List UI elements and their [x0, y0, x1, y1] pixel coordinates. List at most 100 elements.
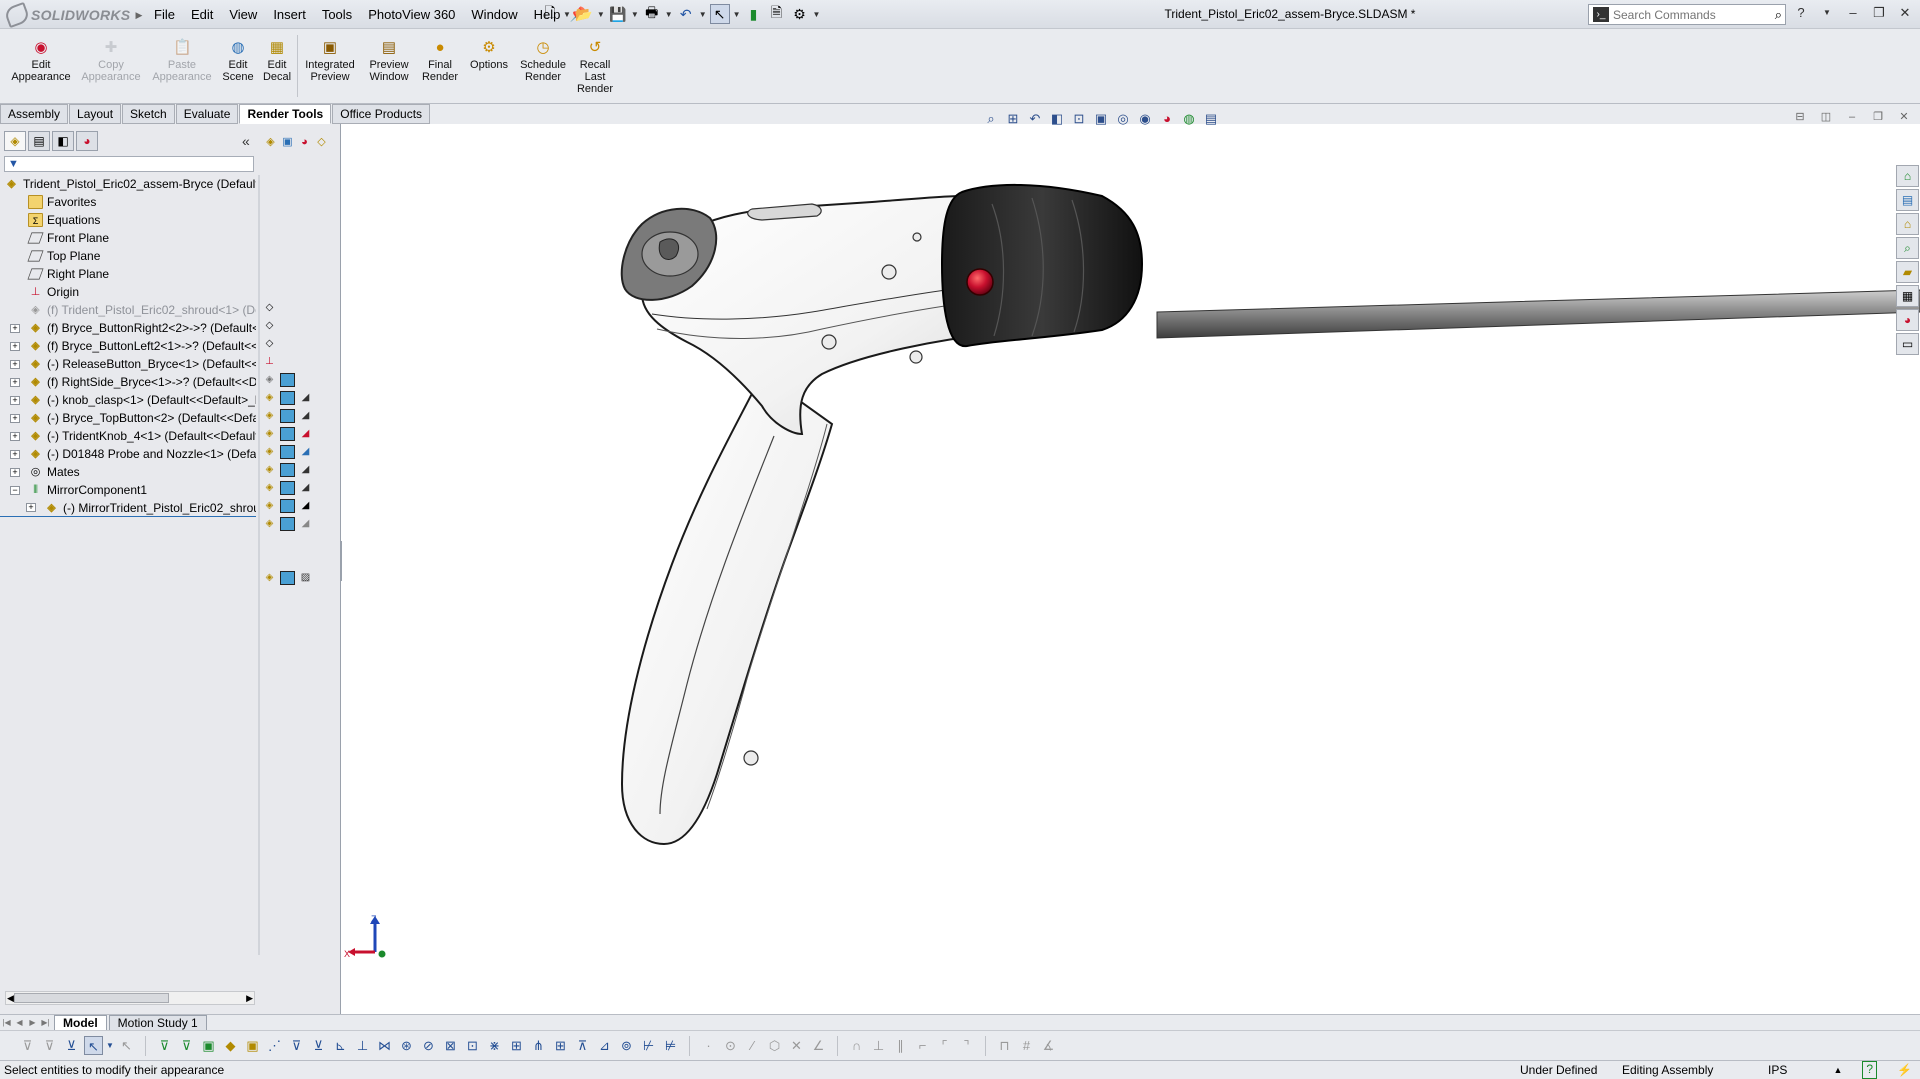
paste-appearance-button[interactable]: 📋 Paste Appearance [150, 39, 214, 83]
chevron-down-icon[interactable]: ▼ [665, 10, 673, 19]
hide-show-icon[interactable]: ◇ [262, 319, 277, 333]
sketch-point-icon[interactable]: · [699, 1036, 718, 1055]
menu-insert[interactable]: Insert [265, 0, 314, 29]
tree-node-component[interactable]: + ◈ (-) TridentKnob_4<1> (Default<<Default [0, 427, 256, 445]
tree-node-mirror-child[interactable]: + ◈ (-) MirrorTrident_Pistol_Eric02_shrou [0, 499, 256, 517]
filter-routing-icon[interactable]: ⊚ [617, 1036, 636, 1055]
display-mode-icon[interactable] [280, 445, 295, 459]
display-mode-icon[interactable]: ▣ [280, 135, 295, 150]
filter-centerpoints-icon[interactable]: ⋈ [375, 1036, 394, 1055]
display-mode-icon[interactable] [280, 463, 295, 477]
chevron-up-icon[interactable]: ▲ [1833, 1061, 1842, 1079]
copy-appearance-button[interactable]: ✚ Copy Appearance [80, 39, 142, 83]
tree-node-right-plane[interactable]: Right Plane [0, 265, 256, 283]
filter-dimensions-icon[interactable]: ⊛ [397, 1036, 416, 1055]
display-mode-icon[interactable] [280, 427, 295, 441]
collapse-panel-icon[interactable]: « [242, 133, 250, 149]
expand-icon[interactable]: + [10, 341, 20, 351]
display-mode-icon[interactable] [280, 409, 295, 423]
hide-show-icon[interactable]: ◈ [262, 571, 277, 585]
view-palette-icon[interactable]: ▦ [1896, 285, 1919, 307]
filter-weld-bead-icon[interactable]: ⊭ [661, 1036, 680, 1055]
tree-node-component[interactable]: + ◈ (f) Bryce_ButtonRight2<2>->? (Default< [0, 319, 256, 337]
save-icon[interactable]: 💾 [608, 4, 628, 24]
display-style-icon[interactable]: ◎ [1114, 110, 1132, 128]
rebuild-icon[interactable]: ▮ [744, 4, 764, 24]
tree-filter[interactable]: ▼ [4, 156, 254, 172]
hide-show-icon[interactable]: ◈ [262, 481, 277, 495]
section-view-icon[interactable]: ◧ [1048, 110, 1066, 128]
menu-view[interactable]: View [221, 0, 265, 29]
tab-model[interactable]: Model [54, 1014, 107, 1031]
polygon-icon[interactable]: ⬡ [765, 1036, 784, 1055]
restore-icon[interactable]: ❐ [1870, 110, 1886, 124]
filter-surfaces-icon[interactable]: ◆ [221, 1036, 240, 1055]
select-arrow-icon[interactable]: ↖ [709, 4, 730, 24]
corner-icon[interactable]: ⌜ [935, 1036, 954, 1055]
filter-connection-icon[interactable]: ⊿ [595, 1036, 614, 1055]
hide-show-icon[interactable]: ◇ [262, 301, 277, 315]
search-input[interactable] [1613, 7, 1753, 22]
filter-solids-icon[interactable]: ▣ [243, 1036, 262, 1055]
edit-appearance-button[interactable]: ◉ Edit Appearance [8, 39, 74, 83]
tab-assembly[interactable]: Assembly [0, 104, 69, 124]
close-icon[interactable]: ✕ [1896, 110, 1912, 124]
display-mode-icon[interactable] [280, 481, 295, 495]
expand-icon[interactable]: + [10, 467, 20, 477]
appearances-scenes-icon[interactable]: ◕ [1896, 309, 1919, 331]
expand-icon[interactable]: + [10, 431, 20, 441]
visibility-icon[interactable]: ◈ [263, 135, 278, 150]
filter-sketch-points-icon[interactable]: ⊻ [309, 1036, 328, 1055]
filter-surface-finish-icon[interactable]: ⊘ [419, 1036, 438, 1055]
help-icon[interactable]: ? [1792, 4, 1810, 22]
hide-show-icon[interactable]: ◈ [262, 499, 277, 513]
tree-node-root[interactable]: ◈ Trident_Pistol_Eric02_assem-Bryce (Defa… [0, 175, 256, 193]
tree-node-component[interactable]: + ◈ (f) RightSide_Bryce<1>->? (Default<<De [0, 373, 256, 391]
hide-show-icon[interactable]: ◈ [262, 373, 277, 387]
custom-properties-icon[interactable]: ▭ [1896, 333, 1919, 355]
tree-node-mirror[interactable]: − ⫴ MirrorComponent1 [0, 481, 256, 499]
menu-window[interactable]: Window [463, 0, 525, 29]
undo-icon[interactable]: ↶ [676, 4, 696, 24]
prev-tab-icon[interactable]: ◀ [13, 1018, 26, 1027]
clear-filters-icon[interactable]: ⊻ [62, 1036, 81, 1055]
chevron-down-icon[interactable]: ▼ [106, 1036, 114, 1055]
display-mode-icon[interactable] [280, 571, 295, 585]
expand-icon[interactable]: + [10, 449, 20, 459]
minimize-icon[interactable]: – [1844, 110, 1860, 124]
filter-icon[interactable]: ⊽ [18, 1036, 37, 1055]
help-icon[interactable]: ? [1862, 1061, 1878, 1079]
filter-vertices-icon[interactable]: ⊽ [155, 1036, 174, 1055]
previous-view-icon[interactable]: ↶ [1026, 110, 1044, 128]
hide-show-icon[interactable]: ◇ [262, 337, 277, 351]
display-mode-icon[interactable] [280, 517, 295, 531]
tab-motion-study[interactable]: Motion Study 1 [108, 1014, 207, 1031]
graphics-area[interactable]: ⌕ ⊞ ↶ ◧ ⊡ ▣ ◎ ◉ ◕ ◍ ▤ ⊟ ◫ – ❐ ✕ ⌂ ▤ ⌂ ⌕ … [342, 111, 1920, 1016]
appearance-swatch-icon[interactable]: ◢ [298, 409, 313, 423]
minimize-icon[interactable]: – [1844, 4, 1862, 22]
tree-node-mates[interactable]: + ◎ Mates [0, 463, 256, 481]
origin-visibility-icon[interactable]: ⊥ [262, 355, 277, 369]
tree-node-favorites[interactable]: Favorites [0, 193, 256, 211]
chevron-down-icon[interactable]: ▼ [1818, 4, 1836, 22]
hide-show-icon[interactable]: ◈ [262, 445, 277, 459]
display-pane-divider[interactable] [258, 175, 260, 955]
filter-notes-icon[interactable]: ⊡ [463, 1036, 482, 1055]
tangent-icon[interactable]: ∠ [809, 1036, 828, 1055]
property-manager-tab-icon[interactable]: ▤ [28, 131, 50, 151]
folder-icon[interactable]: ▰ [1896, 261, 1919, 283]
rebuild-status-icon[interactable]: ⚡ [1897, 1061, 1912, 1079]
schedule-render-button[interactable]: ◷ Schedule Render [517, 39, 569, 83]
scrollbar-thumb[interactable] [14, 993, 169, 1003]
transparency-icon[interactable]: ◇ [314, 135, 329, 150]
feature-manager-tab-icon[interactable]: ◈ [4, 131, 26, 151]
tree-node-component[interactable]: + ◈ (-) ReleaseButton_Bryce<1> (Default<<D [0, 355, 256, 373]
appearance-swatch-icon[interactable]: ◢ [298, 499, 313, 513]
menu-tools[interactable]: Tools [314, 0, 360, 29]
new-document-icon[interactable]: 🗋 [540, 4, 560, 24]
chevron-down-icon[interactable]: ▼ [733, 10, 741, 19]
appearance-swatch-icon[interactable]: ◢ [298, 517, 313, 531]
select-arrow-icon[interactable]: ↖ [84, 1036, 103, 1055]
tab-evaluate[interactable]: Evaluate [175, 104, 239, 124]
scroll-right-icon[interactable]: ▶ [246, 992, 253, 1004]
